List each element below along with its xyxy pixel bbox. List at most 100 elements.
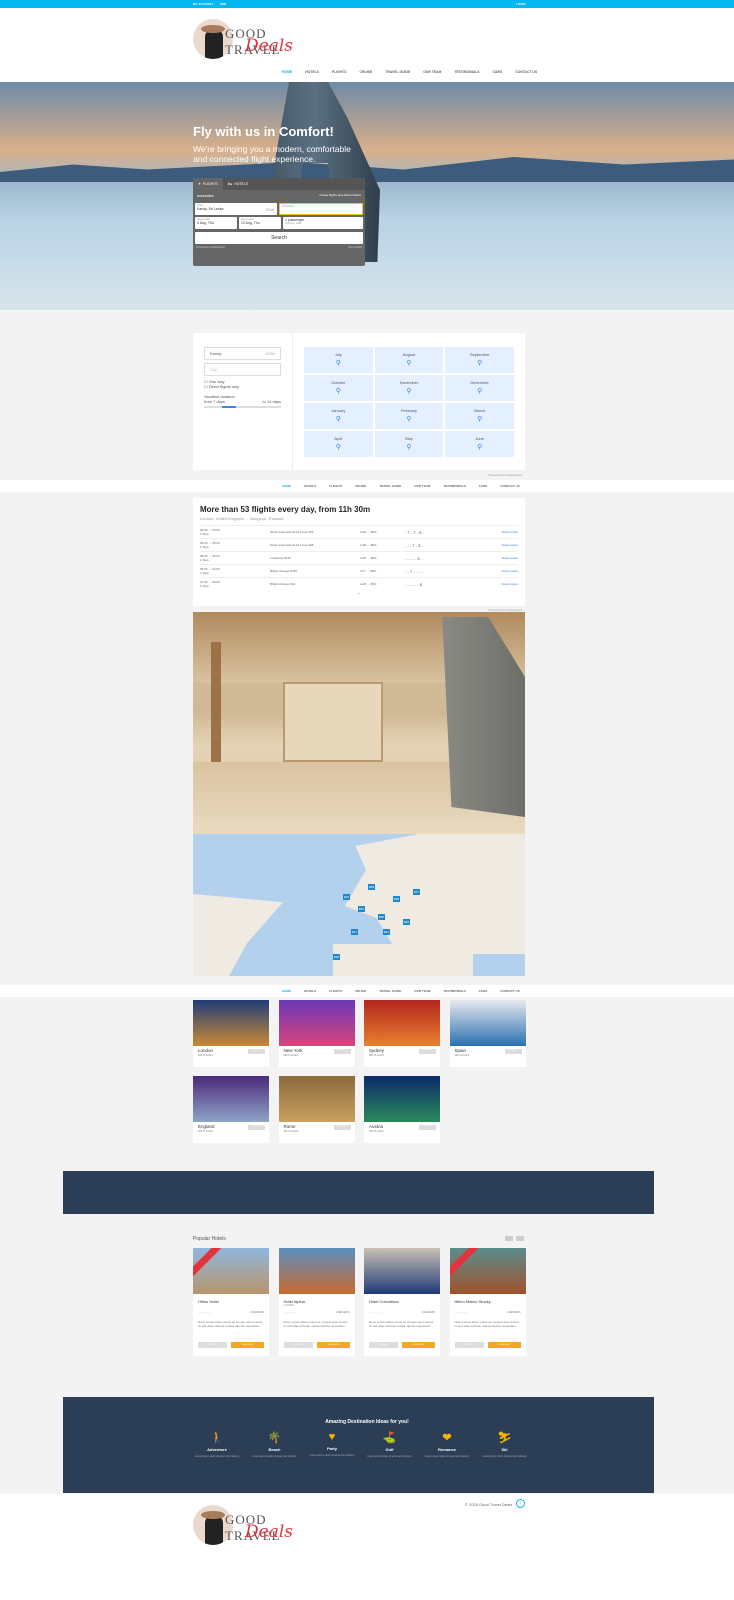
nav-contact[interactable]: CONTACT US xyxy=(500,484,519,488)
logo[interactable]: GOOD TRAVEL Deals xyxy=(193,14,315,64)
nav-cruise[interactable]: CRUISE xyxy=(359,70,372,74)
month-cell[interactable]: July ⚲ xyxy=(304,347,373,373)
nav-hotels[interactable]: HOTELS xyxy=(304,484,316,488)
view-all-button[interactable]: VIEW ALL xyxy=(248,1125,265,1130)
direct-flights-checkbox[interactable]: ☐ Direct flights only xyxy=(204,384,281,389)
select-dates-link[interactable]: Select dates xyxy=(485,556,518,560)
month-cell[interactable]: November ⚲ xyxy=(374,375,444,401)
passengers-select[interactable]: 1 passenger economy class xyxy=(283,217,363,229)
hotel-card[interactable]: Hotel Alpina CANNES ☆☆☆☆☆ 2 REVIEWS Nunc cur… xyxy=(278,1248,355,1356)
nav-cars[interactable]: CARS xyxy=(479,989,488,993)
origin-field[interactable]: Origin Kandy, Sri Lanka KDW xyxy=(195,203,277,215)
destination-card[interactable]: Spain 995 PLACES VIEW ALL xyxy=(449,1000,526,1067)
login-link[interactable]: LOGIN xyxy=(516,2,526,6)
details-button[interactable]: DETAILS xyxy=(454,1342,484,1348)
depart-date-field[interactable]: Depart date 5 Aug, Thu xyxy=(195,217,237,229)
view-all-button[interactable]: VIEW ALL xyxy=(333,1049,351,1054)
footer-logo[interactable]: GOOD TRAVEL Deals xyxy=(193,1500,315,1550)
details-button[interactable]: DETAILS xyxy=(369,1342,398,1348)
idea-beach[interactable]: 🌴 Beach Lorem ipsum dolor sit amet text in… xyxy=(245,1431,305,1458)
idea-party[interactable]: ♥ Party Lorem ipsum dolor sit amet text in… xyxy=(302,1431,362,1457)
nav-cruise[interactable]: CRUISE xyxy=(355,989,366,993)
month-cell[interactable]: January ⚲ xyxy=(304,403,373,429)
prev-arrow-button[interactable] xyxy=(505,1236,513,1241)
map-price-pin[interactable]: $89 xyxy=(368,884,376,890)
destination-card[interactable]: Sydney 995 PLACES VIEW ALL xyxy=(364,1000,440,1067)
destination-card[interactable]: New York 995 PLACES VIEW ALL xyxy=(278,1000,355,1067)
destination-card[interactable]: Rome 995 PLACES VIEW ALL xyxy=(278,1076,355,1143)
idea-adventure[interactable]: 🚶 Adventure Lorem ipsum dolor sit amet tex… xyxy=(187,1431,247,1458)
map-price-pin[interactable]: $98 xyxy=(393,896,401,902)
select-dates-link[interactable]: Select dates xyxy=(485,543,518,547)
idea-ski[interactable]: ⛷ Ski Lorem ipsum dolor sit amet text indu… xyxy=(475,1431,535,1458)
hotel-card[interactable]: Hilton Hotel ☆☆☆☆☆ 2 REVIEWS Nunc cursus li… xyxy=(193,1248,269,1356)
book-now-button[interactable]: BOOK NOW xyxy=(487,1342,521,1348)
nav-hotels[interactable]: HOTELS xyxy=(305,70,319,74)
nav-testimonials[interactable]: TESTIMONIALS xyxy=(443,484,465,488)
map-price-pin[interactable]: $45 xyxy=(343,894,351,900)
select-dates-link[interactable]: Select dates xyxy=(485,569,518,573)
nav-our-team[interactable]: OUR TEAM xyxy=(423,70,441,74)
nav-home[interactable]: HOME xyxy=(282,70,292,74)
nav-testimonials[interactable]: TESTIMONIALS xyxy=(443,989,465,993)
select-dates-link[interactable]: Select dates xyxy=(485,530,518,534)
month-cell[interactable]: September ⚲ xyxy=(445,347,514,373)
month-cell[interactable]: October ⚲ xyxy=(304,375,373,401)
book-now-button[interactable]: BOOK NOW xyxy=(231,1342,264,1348)
duration-slider[interactable] xyxy=(204,406,281,408)
nav-our-team[interactable]: OUR TEAM xyxy=(414,484,430,488)
nav-flights[interactable]: FLIGHTS xyxy=(329,484,342,488)
destination-card[interactable]: England 995 PLACES VIEW ALL xyxy=(193,1076,269,1143)
month-cell[interactable]: August ⚲ xyxy=(374,347,444,373)
return-date-field[interactable]: Return date 12 Aug, Thu xyxy=(239,217,281,229)
nav-flights[interactable]: FLIGHTS xyxy=(332,70,347,74)
nav-testimonials[interactable]: TESTIMONIALS xyxy=(454,70,479,74)
nav-home[interactable]: HOME xyxy=(282,989,291,993)
view-all-button[interactable]: VIEW ALL xyxy=(333,1125,351,1130)
hotel-card[interactable]: Hotel Colombina ☆☆☆☆☆ 2 REVIEWS Nunc cursus… xyxy=(364,1248,440,1356)
map-price-pin[interactable]: $77 xyxy=(413,889,421,895)
nav-our-team[interactable]: OUR TEAM xyxy=(414,989,430,993)
my-account-link[interactable]: MY ACCOUNT xyxy=(193,2,213,6)
origin-input[interactable]: Kandy KDW xyxy=(204,347,281,360)
nav-travel-guide[interactable]: TRAVEL GUIDE xyxy=(379,989,401,993)
month-cell[interactable]: December ⚲ xyxy=(445,375,514,401)
expand-chevron-icon[interactable]: ⌄ xyxy=(200,590,518,596)
month-cell[interactable]: June ⚲ xyxy=(445,431,514,457)
map-price-pin[interactable]: $42 xyxy=(383,929,391,935)
map-price-pin[interactable]: $71 xyxy=(351,929,359,935)
month-cell[interactable]: May ⚲ xyxy=(374,431,444,457)
details-button[interactable]: DETAILS xyxy=(198,1342,227,1348)
nav-flights[interactable]: FLIGHTS xyxy=(329,989,342,993)
destination-card[interactable]: Austria 995 PLACES VIEW ALL xyxy=(364,1076,440,1143)
city-input[interactable]: City xyxy=(204,363,281,376)
map-price-pin[interactable]: $60 xyxy=(403,919,411,925)
nav-cars[interactable]: CARS xyxy=(493,70,503,74)
map-price-pin[interactable]: $63 xyxy=(358,906,366,912)
nav-travel-guide[interactable]: TRAVEL GUIDE xyxy=(379,484,401,488)
scroll-top-button[interactable]: ↑ xyxy=(516,1499,525,1508)
tab-hotels[interactable]: 🛏 HOTELS xyxy=(223,178,253,190)
idea-romance[interactable]: ❤ Romance Lorem ipsum dolor sit amet text … xyxy=(417,1431,477,1458)
search-button[interactable]: Search xyxy=(195,232,363,244)
tab-flights[interactable]: ✈ FLIGHTS xyxy=(193,178,223,190)
price-map[interactable]: $45 $63 $89 $55 $71 $42 $98 $60 $38 $77 xyxy=(193,834,525,976)
map-price-pin[interactable]: $55 xyxy=(378,914,386,920)
view-all-button[interactable]: VIEW ALL xyxy=(419,1049,436,1054)
nav-contact[interactable]: CONTACT US xyxy=(515,70,537,74)
view-all-button[interactable]: VIEW ALL xyxy=(248,1049,265,1054)
select-dates-link[interactable]: Select dates xyxy=(485,582,518,586)
next-arrow-button[interactable] xyxy=(516,1236,524,1241)
nav-contact[interactable]: CONTACT US xyxy=(500,989,519,993)
book-now-button[interactable]: BOOK NOW xyxy=(402,1342,435,1348)
currency-select[interactable]: USD xyxy=(220,2,226,6)
hotel-card[interactable]: Hilton Molino Stucky ☆☆☆☆☆ 2 REVIEWS Nunc c… xyxy=(449,1248,526,1356)
nav-cars[interactable]: CARS xyxy=(479,484,488,488)
nav-home[interactable]: HOME xyxy=(282,484,291,488)
month-cell[interactable]: March ⚲ xyxy=(445,403,514,429)
book-now-button[interactable]: BOOK NOW xyxy=(316,1342,350,1348)
view-all-button[interactable]: VIEW ALL xyxy=(419,1125,436,1130)
details-button[interactable]: DETAILS xyxy=(283,1342,313,1348)
month-cell[interactable]: April ⚲ xyxy=(304,431,373,457)
month-cell[interactable]: February ⚲ xyxy=(374,403,444,429)
